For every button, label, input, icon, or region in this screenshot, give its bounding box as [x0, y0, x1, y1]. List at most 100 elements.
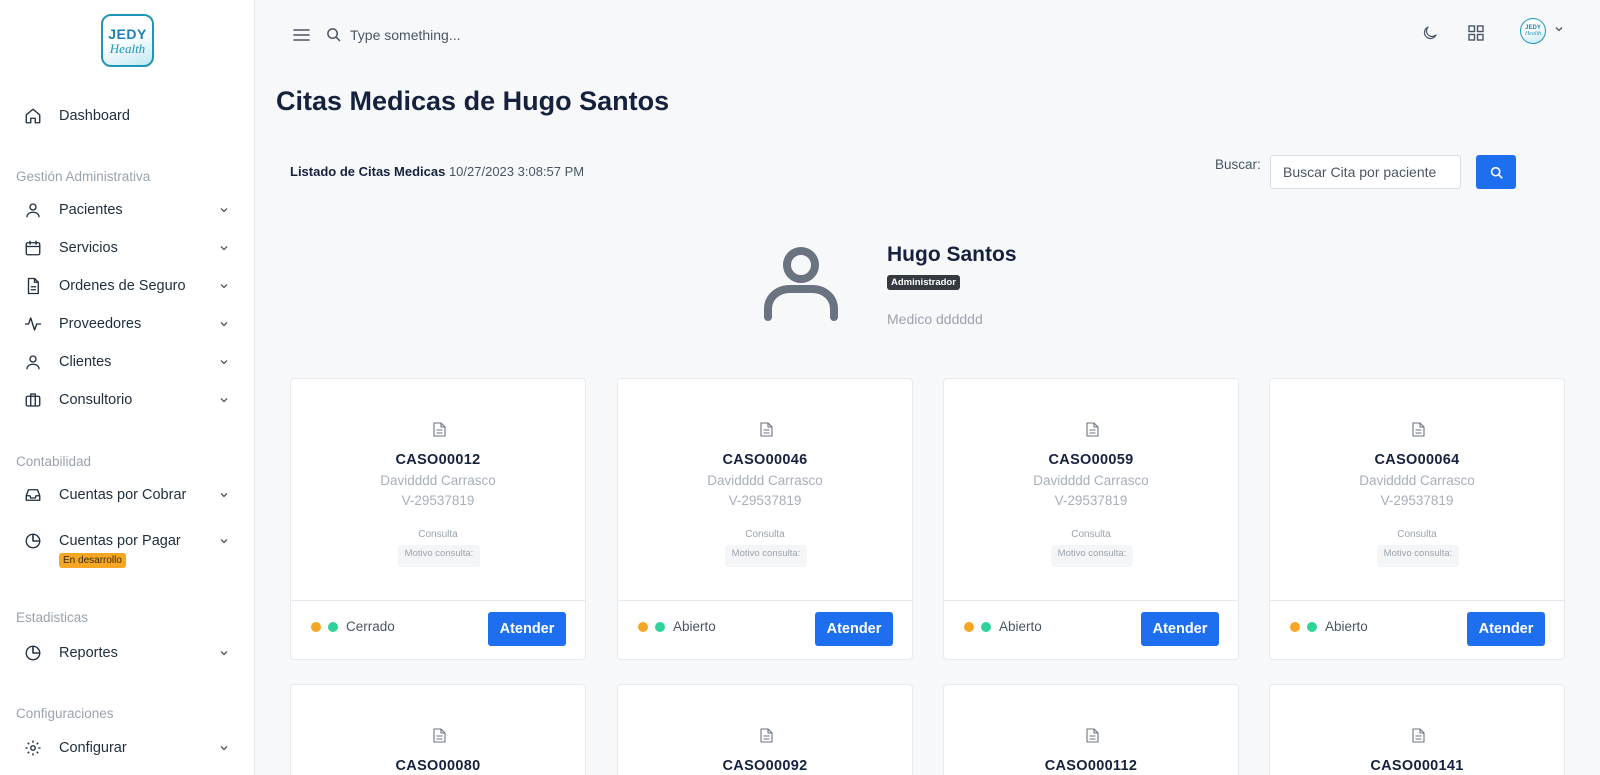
- document-icon: [433, 422, 446, 437]
- moon-icon[interactable]: [1421, 24, 1439, 42]
- briefcase-icon: [25, 393, 41, 407]
- cita-card: CASO00012 Davidddd Carrasco V-29537819 C…: [290, 378, 586, 660]
- patient-name: Davidddd Carrasco: [1033, 473, 1149, 488]
- atender-button[interactable]: Atender: [1467, 612, 1545, 646]
- status-dot-green: [981, 622, 991, 632]
- section-title-contabilidad: Contabilidad: [16, 454, 92, 469]
- consulta-type: Consulta: [745, 529, 785, 540]
- user-avatar[interactable]: JEDY Health: [1520, 18, 1546, 44]
- patient-id: V-29537819: [1380, 493, 1454, 508]
- card-divider: [944, 600, 1238, 601]
- logo-text-2: Health: [109, 40, 146, 56]
- sidebar-item-clientes[interactable]: Clientes: [0, 346, 254, 378]
- section-title-estadisticas: Estadisticas: [16, 610, 89, 625]
- search-button[interactable]: [1476, 155, 1516, 189]
- cita-code: CASO000141: [1370, 758, 1464, 774]
- profile-avatar-icon: [764, 247, 838, 321]
- atender-button[interactable]: Atender: [1141, 612, 1219, 646]
- logo-text-1: JEDY: [108, 25, 147, 42]
- status-dot-orange: [638, 622, 648, 632]
- cita-code: CASO000112: [1044, 758, 1138, 774]
- document-icon: [27, 277, 39, 295]
- sidebar-item-cobrar[interactable]: Cuentas por Cobrar: [0, 479, 254, 511]
- status-dot-orange: [964, 622, 974, 632]
- patient-name: Davidddd Carrasco: [707, 473, 823, 488]
- status-text: Abierto: [673, 619, 716, 634]
- sidebar-item-reportes[interactable]: Reportes: [0, 637, 254, 669]
- sidebar-item-configurar[interactable]: Configurar: [0, 732, 254, 764]
- atender-button[interactable]: Atender: [488, 612, 566, 646]
- dev-badge: En desarrollo: [59, 553, 126, 568]
- patient-name: Davidddd Carrasco: [1359, 473, 1475, 488]
- sidebar-item-label: Ordenes de Seguro: [59, 278, 186, 294]
- sidebar-item-label: Cuentas por Pagar: [59, 533, 181, 549]
- global-search-input[interactable]: [350, 24, 650, 46]
- sidebar-item-label: Consultorio: [59, 392, 133, 408]
- sidebar-item-consultorio[interactable]: Consultorio: [0, 384, 254, 416]
- document-icon: [1086, 422, 1099, 437]
- pie-chart-icon: [25, 533, 41, 549]
- cita-code: CASO00059: [1048, 452, 1134, 468]
- menu-icon[interactable]: [293, 27, 310, 43]
- patient-id: V-29537819: [1054, 493, 1128, 508]
- cita-card: CASO000141: [1269, 684, 1565, 775]
- sidebar-item-label: Clientes: [59, 354, 112, 370]
- profile-name: Hugo Santos: [887, 243, 1017, 266]
- sidebar-item-ordenes[interactable]: Ordenes de Seguro: [0, 270, 254, 302]
- consulta-type: Consulta: [418, 529, 458, 540]
- sidebar-item-servicios[interactable]: Servicios: [0, 232, 254, 264]
- sidebar-item-label: Configurar: [59, 740, 127, 756]
- sidebar: JEDY Health Dashboard Gestión Administra…: [0, 0, 255, 775]
- role-badge: Administrador: [887, 275, 960, 290]
- document-icon: [1412, 422, 1425, 437]
- consulta-type: Consulta: [1071, 529, 1111, 540]
- cita-code: CASO00064: [1374, 452, 1460, 468]
- sidebar-item-pagar[interactable]: Cuentas por Pagar: [0, 525, 254, 557]
- user-icon: [26, 203, 40, 218]
- sidebar-item-proveedores[interactable]: Proveedores: [0, 308, 254, 340]
- search-cita-input[interactable]: [1270, 155, 1461, 189]
- page-title: Citas Medicas de Hugo Santos: [276, 86, 670, 116]
- grid-icon[interactable]: [1468, 25, 1484, 41]
- sidebar-item-dashboard[interactable]: Dashboard: [0, 100, 254, 132]
- profile-description: Medico dddddd: [887, 311, 983, 327]
- status-dot-orange: [311, 622, 321, 632]
- search-icon: [327, 28, 341, 42]
- list-header: Listado de Citas Medicas 10/27/2023 3:08…: [290, 164, 584, 179]
- sidebar-item-pacientes[interactable]: Pacientes: [0, 194, 254, 226]
- cita-card: CASO00064 Davidddd Carrasco V-29537819 C…: [1269, 378, 1565, 660]
- cita-card: CASO00092: [617, 684, 913, 775]
- status-text: Abierto: [1325, 619, 1368, 634]
- sidebar-item-label: Cuentas por Cobrar: [59, 487, 187, 503]
- status-dot-green: [1307, 622, 1317, 632]
- chevron-down-icon[interactable]: [1554, 24, 1564, 34]
- document-icon: [760, 728, 773, 743]
- sidebar-item-label: Servicios: [59, 240, 118, 256]
- chevron-down-icon: [220, 208, 228, 213]
- sidebar-item-label: Pacientes: [59, 202, 123, 218]
- patient-name: Davidddd Carrasco: [380, 473, 496, 488]
- app-logo[interactable]: JEDY Health: [101, 14, 154, 67]
- chevron-down-icon: [220, 746, 228, 751]
- motivo-consulta: Motivo consulta:: [1051, 545, 1133, 567]
- status-dot-green: [328, 622, 338, 632]
- motivo-consulta: Motivo consulta:: [398, 545, 480, 567]
- cita-card: CASO000112: [943, 684, 1239, 775]
- activity-icon: [24, 317, 42, 331]
- status-dot-green: [655, 622, 665, 632]
- atender-button[interactable]: Atender: [815, 612, 893, 646]
- gear-icon: [25, 740, 41, 756]
- sidebar-item-label: Dashboard: [59, 108, 130, 124]
- sidebar-item-label: Reportes: [59, 645, 118, 661]
- chevron-down-icon: [220, 360, 228, 365]
- motivo-consulta: Motivo consulta:: [1377, 545, 1459, 567]
- buscar-label: Buscar:: [1215, 157, 1261, 172]
- sidebar-item-label: Proveedores: [59, 316, 142, 332]
- status-dot-orange: [1290, 622, 1300, 632]
- document-icon: [433, 728, 446, 743]
- chevron-down-icon: [220, 539, 228, 544]
- pie-chart-icon: [25, 645, 41, 661]
- card-divider: [618, 600, 912, 601]
- status-text: Cerrado: [346, 619, 395, 634]
- document-icon: [1412, 728, 1425, 743]
